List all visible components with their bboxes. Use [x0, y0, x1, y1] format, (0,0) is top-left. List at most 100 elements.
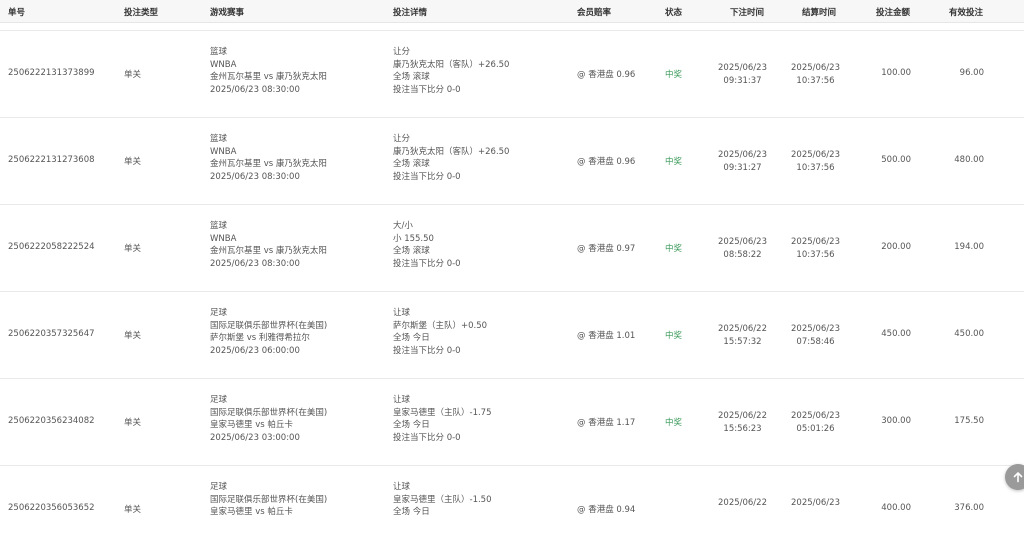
period: 全场 滚球 [393, 246, 430, 257]
settle-clock: 10:37:56 [796, 162, 835, 173]
period: 全场 今日 [393, 507, 430, 518]
selection: 小 155.50 [393, 233, 434, 244]
league: 国际足联俱乐部世界杯(在美国) [210, 494, 328, 505]
bet-detail: 让分 康乃狄克太阳（客队）+26.50 全场 滚球 投注当下比分 0-0 [393, 133, 509, 183]
bet-amount: 100.00 [881, 68, 911, 78]
arrow-up-icon [1013, 472, 1023, 483]
bet-amount: 200.00 [881, 242, 911, 252]
col-valid: 有效投注 [949, 8, 984, 18]
settle-clock: 10:37:56 [796, 75, 835, 86]
col-amount: 投注金额 [876, 8, 911, 18]
selection: 皇家马德里（主队）-1.50 [393, 494, 492, 505]
valid-bet: 96.00 [959, 68, 984, 78]
bet-clock: 15:56:23 [723, 423, 762, 434]
selection: 皇家马德里（主队）-1.75 [393, 407, 492, 418]
table-header: 单号 投注类型 游戏赛事 投注详情 会员赔率 状态 下注时间 结算时间 投注金额… [0, 0, 1024, 23]
score-at-bet: 投注当下比分 0-0 [393, 432, 461, 443]
bet-detail: 让球 萨尔斯堡（主队）+0.50 全场 今日 投注当下比分 0-0 [393, 307, 487, 357]
sport: 篮球 [210, 47, 228, 57]
order-number: 2506220357325647 [8, 329, 95, 339]
match-time: 2025/06/23 08:30:00 [210, 84, 300, 95]
valid-bet: 480.00 [954, 155, 984, 165]
col-status: 状态 [665, 8, 683, 18]
settle-clock: 05:01:26 [796, 423, 835, 434]
match-time: 2025/06/23 08:30:00 [210, 171, 300, 182]
order-number: 2506222131373899 [8, 68, 95, 78]
table-row: 2506220356234082 单关 足球 国际足联俱乐部世界杯(在美国) 皇… [0, 378, 1024, 465]
settle-clock: 10:37:56 [796, 249, 835, 260]
bet-detail: 让球 皇家马德里（主队）-1.50 全场 今日 [393, 481, 492, 519]
status-badge: 中奖 [665, 418, 683, 428]
league: WNBA [210, 146, 237, 157]
league: WNBA [210, 233, 237, 244]
score-at-bet: 投注当下比分 0-0 [393, 171, 461, 182]
status-badge: 中奖 [665, 244, 683, 254]
score-at-bet: 投注当下比分 0-0 [393, 84, 461, 95]
market: 让球 [393, 482, 411, 492]
odds: @ 香港盘 1.17 [577, 418, 636, 428]
settle-time: 2025/06/23 [791, 497, 840, 510]
order-number: 2506222131273608 [8, 155, 95, 165]
status-badge: 中奖 [665, 70, 683, 80]
table-row: 2506222131373899 单关 篮球 WNBA 金州瓦尔基里 vs 康乃… [0, 30, 1024, 117]
valid-bet: 194.00 [954, 242, 984, 252]
settle-time: 2025/06/23 10:37:56 [791, 149, 840, 174]
status-badge: 中奖 [665, 331, 683, 341]
bet-date: 2025/06/22 [718, 498, 767, 508]
bet-type: 单关 [124, 418, 142, 428]
bet-time: 2025/06/22 [718, 497, 767, 510]
valid-bet: 175.50 [954, 416, 984, 426]
market: 大/小 [393, 221, 413, 231]
col-odds: 会员赔率 [577, 8, 612, 18]
game-info: 篮球 WNBA 金州瓦尔基里 vs 康乃狄克太阳 2025/06/23 08:3… [210, 220, 327, 270]
status-badge: 中奖 [665, 157, 683, 167]
match-time: 2025/06/23 06:00:00 [210, 345, 300, 356]
sport: 足球 [210, 395, 228, 405]
col-game: 游戏赛事 [210, 8, 245, 18]
bet-detail: 让分 康乃狄克太阳（客队）+26.50 全场 滚球 投注当下比分 0-0 [393, 46, 509, 96]
scroll-to-top-button[interactable] [1005, 464, 1024, 490]
sport: 足球 [210, 482, 228, 492]
bet-type: 单关 [124, 244, 142, 254]
match-time: 2025/06/23 03:00:00 [210, 432, 300, 443]
bet-clock: 15:57:32 [723, 336, 762, 347]
order-number: 2506220356234082 [8, 416, 95, 426]
league: 国际足联俱乐部世界杯(在美国) [210, 320, 328, 331]
col-detail: 投注详情 [393, 8, 428, 18]
bet-amount: 300.00 [881, 416, 911, 426]
odds: @ 香港盘 0.96 [577, 70, 636, 80]
selection: 康乃狄克太阳（客队）+26.50 [393, 146, 510, 157]
market: 让球 [393, 308, 411, 318]
odds: @ 香港盘 0.96 [577, 157, 636, 167]
league: 国际足联俱乐部世界杯(在美国) [210, 407, 328, 418]
period: 全场 滚球 [393, 72, 430, 83]
col-order-no: 单号 [8, 8, 26, 18]
settle-date: 2025/06/23 [791, 150, 840, 160]
odds: @ 香港盘 1.01 [577, 331, 636, 341]
bet-time: 2025/06/23 09:31:37 [718, 62, 767, 87]
market: 让分 [393, 47, 411, 57]
table-row: 2506222131273608 单关 篮球 WNBA 金州瓦尔基里 vs 康乃… [0, 117, 1024, 204]
settle-date: 2025/06/23 [791, 63, 840, 73]
bet-date: 2025/06/23 [718, 237, 767, 247]
settle-date: 2025/06/23 [791, 237, 840, 247]
bet-type: 单关 [124, 157, 142, 167]
valid-bet: 376.00 [954, 503, 984, 513]
matchup: 金州瓦尔基里 vs 康乃狄克太阳 [210, 246, 327, 257]
bet-time: 2025/06/23 08:58:22 [718, 236, 767, 261]
game-info: 足球 国际足联俱乐部世界杯(在美国) 皇家马德里 vs 帕丘卡 2025/06/… [210, 394, 327, 444]
game-info: 足球 国际足联俱乐部世界杯(在美国) 萨尔斯堡 vs 利雅得希拉尔 2025/0… [210, 307, 327, 357]
sport: 篮球 [210, 134, 228, 144]
bet-records-table: 2506222131373899 单关 篮球 WNBA 金州瓦尔基里 vs 康乃… [0, 30, 1024, 552]
bet-date: 2025/06/23 [718, 150, 767, 160]
sport: 篮球 [210, 221, 228, 231]
game-info: 足球 国际足联俱乐部世界杯(在美国) 皇家马德里 vs 帕丘卡 [210, 481, 327, 519]
odds: @ 香港盘 0.97 [577, 244, 636, 254]
bet-type: 单关 [124, 505, 142, 515]
matchup: 萨尔斯堡 vs 利雅得希拉尔 [210, 333, 310, 344]
bet-time: 2025/06/22 15:57:32 [718, 323, 767, 348]
game-info: 篮球 WNBA 金州瓦尔基里 vs 康乃狄克太阳 2025/06/23 08:3… [210, 46, 327, 96]
valid-bet: 450.00 [954, 329, 984, 339]
bet-date: 2025/06/22 [718, 324, 767, 334]
table-row: 2506220357325647 单关 足球 国际足联俱乐部世界杯(在美国) 萨… [0, 291, 1024, 378]
